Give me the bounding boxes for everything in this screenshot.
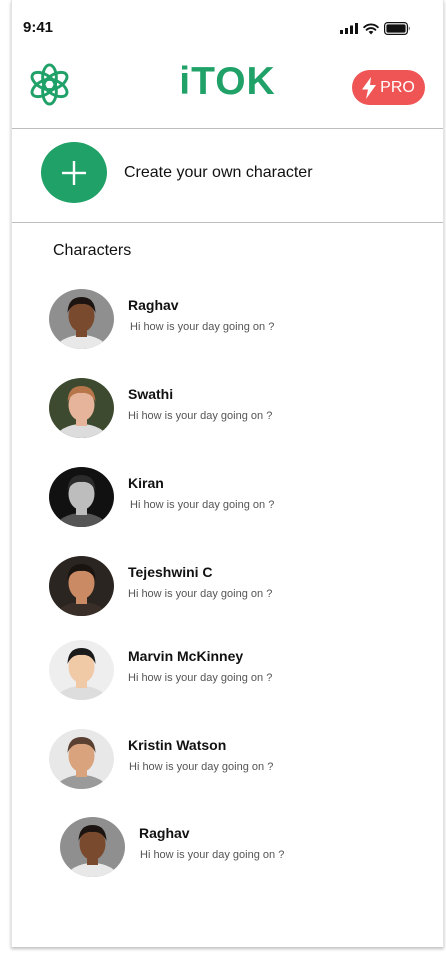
character-row[interactable]: Marvin McKinney Hi how is your day going … bbox=[12, 640, 443, 704]
status-time: 9:41 bbox=[23, 19, 54, 36]
pro-label: PRO bbox=[380, 78, 415, 96]
character-name: Swathi bbox=[128, 386, 174, 402]
character-name: Raghav bbox=[128, 297, 179, 313]
create-character-button[interactable] bbox=[41, 142, 107, 203]
character-avatar[interactable] bbox=[49, 467, 114, 527]
character-message: Hi how is your day going on ? bbox=[128, 672, 273, 684]
character-message: Hi how is your day going on ? bbox=[130, 321, 275, 333]
character-row[interactable]: Tejeshwini C Hi how is your day going on … bbox=[12, 556, 443, 620]
character-name: Kristin Watson bbox=[128, 737, 227, 753]
status-icons bbox=[340, 22, 411, 35]
character-name: Tejeshwini C bbox=[128, 564, 213, 580]
character-avatar[interactable] bbox=[49, 729, 114, 789]
character-message: Hi how is your day going on ? bbox=[130, 499, 275, 511]
character-name: Raghav bbox=[139, 825, 190, 841]
lightning-bolt-icon bbox=[362, 76, 377, 99]
character-avatar[interactable] bbox=[49, 289, 114, 349]
character-avatar[interactable] bbox=[49, 640, 114, 700]
battery-icon bbox=[384, 22, 410, 35]
phone-screen: 9:41 iTOK PRO Create your own character … bbox=[11, 0, 444, 947]
character-row[interactable]: Kiran Hi how is your day going on ? bbox=[12, 467, 443, 531]
pro-button[interactable]: PRO bbox=[352, 70, 425, 105]
character-name: Kiran bbox=[128, 475, 164, 491]
plus-icon bbox=[62, 160, 86, 185]
character-row[interactable]: Raghav Hi how is your day going on ? bbox=[12, 817, 443, 881]
character-row[interactable]: Raghav Hi how is your day going on ? bbox=[12, 289, 443, 353]
header-divider bbox=[12, 128, 443, 129]
characters-heading: Characters bbox=[53, 242, 132, 259]
character-name: Marvin McKinney bbox=[128, 648, 244, 664]
character-row[interactable]: Swathi Hi how is your day going on ? bbox=[12, 378, 443, 442]
character-message: Hi how is your day going on ? bbox=[128, 410, 273, 422]
character-row[interactable]: Kristin Watson Hi how is your day going o… bbox=[12, 729, 443, 793]
character-message: Hi how is your day going on ? bbox=[128, 588, 273, 600]
create-divider bbox=[12, 222, 443, 223]
cellular-signal-icon bbox=[340, 23, 358, 34]
character-avatar[interactable] bbox=[49, 556, 114, 616]
character-message: Hi how is your day going on ? bbox=[129, 761, 274, 773]
create-character-label[interactable]: Create your own character bbox=[124, 164, 313, 182]
wifi-icon bbox=[363, 23, 379, 34]
character-message: Hi how is your day going on ? bbox=[140, 849, 285, 861]
character-avatar[interactable] bbox=[60, 817, 125, 877]
character-avatar[interactable] bbox=[49, 378, 114, 438]
